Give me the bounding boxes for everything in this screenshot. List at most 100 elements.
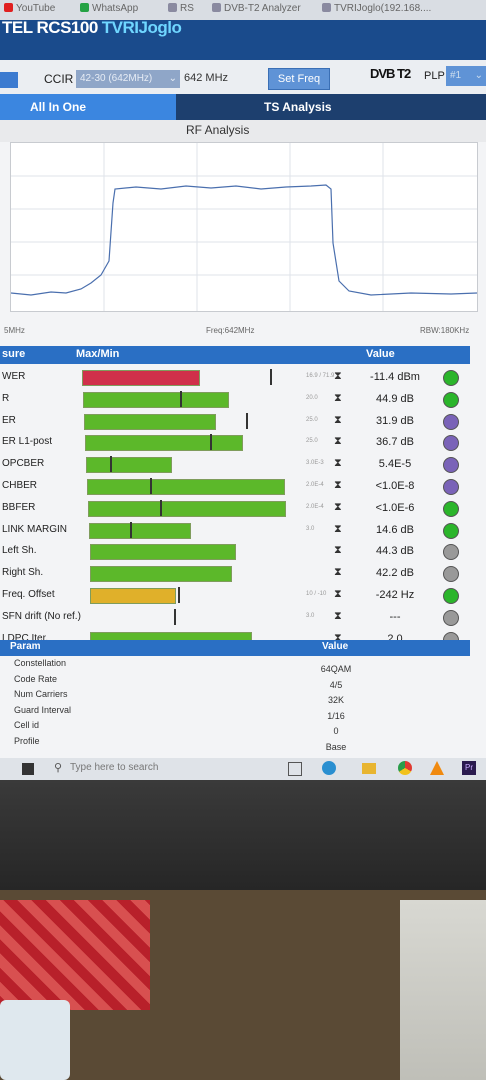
- rbw-label: RBW:180KHz: [420, 326, 470, 335]
- axis-left-label: 5MHz: [4, 326, 25, 335]
- param-label: Num Carriers: [14, 689, 68, 699]
- status-led-icon: [443, 523, 459, 539]
- vlc-icon[interactable]: [430, 761, 444, 775]
- tab-all-in-one[interactable]: All In One: [0, 94, 176, 120]
- threshold-arrows-icon[interactable]: ⧗: [334, 414, 342, 427]
- measure-label: R: [2, 393, 10, 404]
- threshold-arrows-icon[interactable]: ⧗: [334, 392, 342, 405]
- param-value: 1/16: [327, 710, 345, 721]
- threshold-arrows-icon[interactable]: ⧗: [334, 370, 342, 383]
- param-value: 64QAM: [320, 664, 352, 674]
- level-bar: [90, 588, 176, 604]
- plp-value: #1: [450, 70, 462, 81]
- level-bar: [86, 457, 172, 473]
- measure-value: 44.3 dB: [376, 545, 414, 557]
- threshold-arrows-icon[interactable]: ⧗: [334, 479, 342, 492]
- threshold-arrows-icon[interactable]: ⧗: [334, 435, 342, 448]
- max-min-marker: [210, 434, 212, 450]
- channel-value: 42-30 (642MHz): [80, 73, 153, 84]
- browser-tab[interactable]: WhatsApp: [80, 3, 138, 14]
- max-min-marker: [174, 609, 176, 625]
- tab-ts-analysis[interactable]: TS Analysis: [176, 94, 486, 120]
- status-led-icon: [443, 370, 459, 386]
- param-label: Cell id: [14, 720, 40, 730]
- tab-favicon-icon: [322, 3, 331, 12]
- tab-favicon-icon: [212, 3, 221, 12]
- status-led-icon: [443, 610, 459, 626]
- status-led-icon: [443, 566, 459, 582]
- browser-tab[interactable]: YouTube: [4, 3, 55, 14]
- threshold-label: 25.0: [306, 438, 318, 444]
- site-name: TVRIJoglo: [101, 18, 182, 37]
- measure-label: BBFER: [2, 502, 36, 513]
- threshold-arrows-icon[interactable]: ⧗: [334, 457, 342, 470]
- measure-label: WER: [2, 371, 26, 382]
- threshold-label: 3.0: [306, 526, 315, 532]
- threshold-arrows-icon[interactable]: ⧗: [334, 610, 342, 623]
- max-min-marker: [110, 456, 112, 472]
- plp-select[interactable]: #1 ⌄: [446, 66, 486, 86]
- max-min-marker: [246, 413, 248, 429]
- param-value: 4/5: [329, 679, 343, 690]
- level-bar: [83, 392, 229, 408]
- monitor-bezel: [0, 780, 486, 890]
- measure-value: 5.4E-5: [378, 458, 412, 470]
- threshold-arrows-icon[interactable]: ⧗: [334, 501, 342, 514]
- threshold-arrows-icon[interactable]: ⧗: [334, 544, 342, 557]
- taskbar-search-input[interactable]: Type here to search: [70, 762, 158, 773]
- threshold-label: 25.0: [306, 417, 318, 423]
- measure-value: -242 Hz: [375, 589, 415, 601]
- level-bar: [89, 523, 191, 539]
- measure-label: LINK MARGIN: [2, 524, 68, 535]
- max-min-marker: [130, 522, 132, 538]
- threshold-label: 16.9 / 71.9: [306, 373, 335, 379]
- threshold-arrows-icon[interactable]: ⧗: [334, 588, 342, 601]
- measure-value: 44.9 dB: [376, 393, 414, 405]
- chrome-icon[interactable]: [398, 761, 412, 775]
- threshold-arrows-icon[interactable]: ⧗: [334, 566, 342, 579]
- param-label: Profile: [14, 735, 40, 746]
- file-explorer-icon[interactable]: [362, 763, 376, 774]
- measure-value: <1.0E-6: [375, 502, 415, 514]
- threshold-arrows-icon[interactable]: ⧗: [334, 523, 342, 536]
- white-paper: [400, 900, 486, 1080]
- measure-label: ER L1-post: [2, 436, 53, 447]
- measure-label: CHBER: [2, 480, 38, 491]
- status-led-icon: [443, 479, 459, 495]
- measure-label: Right Sh.: [2, 567, 44, 578]
- set-freq-button[interactable]: Set Freq: [268, 68, 330, 90]
- level-bar: [82, 370, 200, 386]
- param-table-header: Param Value: [0, 640, 470, 656]
- col-measure: sure: [2, 348, 26, 360]
- tab-favicon-icon: [4, 3, 13, 12]
- threshold-label: 2.0E-4: [306, 482, 324, 488]
- max-min-marker: [150, 478, 152, 494]
- measure-label: ER: [2, 415, 16, 426]
- measure-label: SFN drift (No ref.): [2, 611, 81, 622]
- browser-tab[interactable]: RS: [168, 3, 194, 14]
- col-value: Value: [366, 348, 395, 360]
- red-checkered-cloth: [0, 900, 150, 1010]
- taskbar: ⚲ Type here to search Pr: [0, 758, 486, 780]
- max-min-marker: [180, 391, 182, 407]
- level-bar: [87, 479, 285, 495]
- premiere-icon[interactable]: Pr: [462, 761, 476, 775]
- channel-select[interactable]: 42-30 (642MHz) ⌄: [76, 70, 180, 88]
- col-maxmin: Max/Min: [76, 348, 120, 360]
- task-view-icon[interactable]: [288, 762, 302, 776]
- status-led-icon: [443, 414, 459, 430]
- frequency-text: 642 MHz: [184, 72, 229, 84]
- measure-value: 14.6 dB: [376, 524, 414, 536]
- search-icon[interactable]: ⚲: [54, 761, 62, 774]
- status-led-icon: [443, 588, 459, 604]
- max-min-marker: [160, 500, 162, 516]
- edge-icon[interactable]: [322, 761, 336, 775]
- max-min-marker: [270, 369, 272, 385]
- browser-tab-label: TVRIJoglo(192.168....: [334, 3, 432, 14]
- browser-tab[interactable]: TVRIJoglo(192.168....: [322, 3, 431, 14]
- menu-icon[interactable]: [0, 72, 18, 88]
- browser-tab[interactable]: DVB-T2 Analyzer: [212, 3, 301, 14]
- param-label: Code Rate: [14, 673, 58, 684]
- level-bar: [90, 566, 232, 582]
- windows-start-icon[interactable]: [22, 763, 34, 775]
